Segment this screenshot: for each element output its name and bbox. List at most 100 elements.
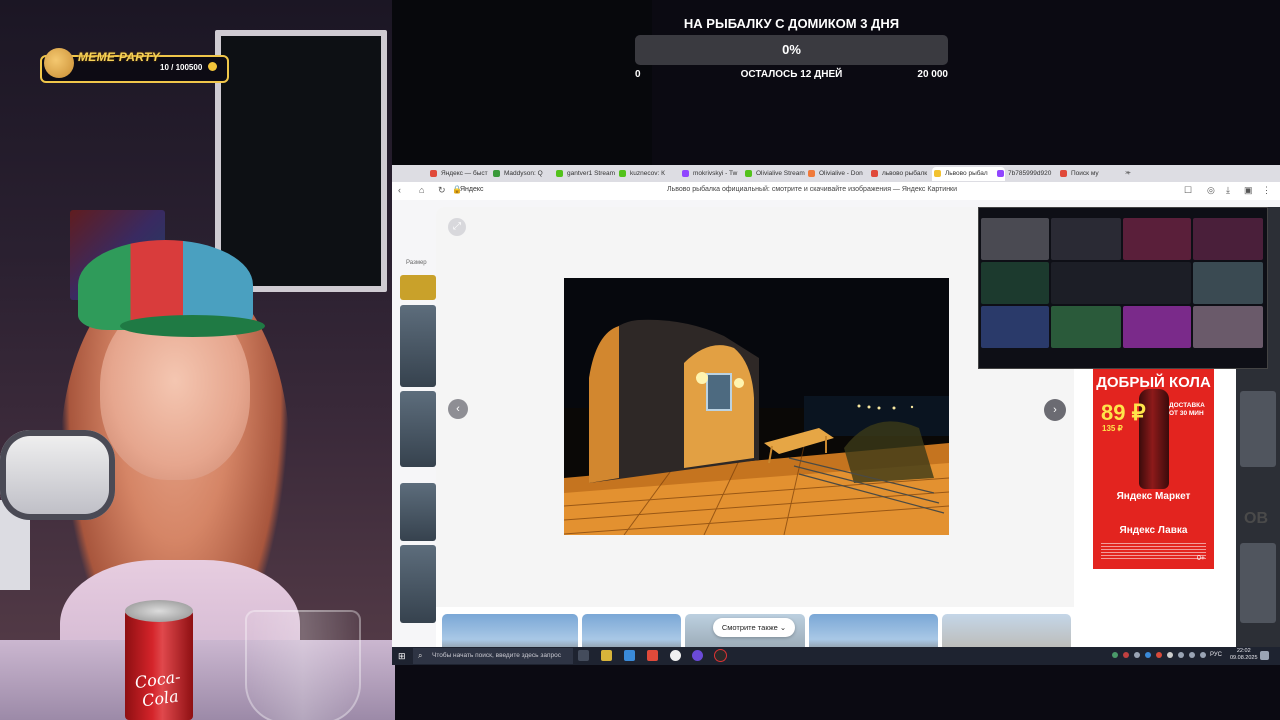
left-thumb[interactable] [400,275,436,300]
app-icon[interactable] [715,650,726,661]
tab-label: Яндекс — быст [441,170,488,177]
tab-label: львово рыбалк [882,170,928,177]
yandex-app-icon[interactable] [647,650,658,661]
tab-favicon-icon [745,170,752,177]
taskbar-search-placeholder[interactable]: Чтобы начать поиск, введите здесь запрос [432,652,561,659]
right-thumb[interactable] [1240,543,1276,623]
webcam-feed: Coca-Cola [0,0,395,720]
browser-window: ‹ ⌂ ↻ 🔒 ☐ ◎ ⤓ ▣ ⋮ Яндекс Львово рыбалка … [392,165,1280,665]
microphone [0,430,115,520]
tray-icon[interactable] [1134,652,1140,658]
ad-headline: ДОБРЫЙ КОЛА [1096,374,1211,391]
tray-icon[interactable] [1156,652,1162,658]
tab-label: mokrivskyi - Tw [693,170,738,177]
menu-icon[interactable]: ⋮ [1262,185,1271,196]
tray-icon[interactable] [1167,652,1173,658]
tab-label: Olivialive Stream [756,170,805,177]
address-page-title[interactable]: Львово рыбалка официальный: смотрите и с… [552,186,1072,193]
tab-favicon-icon [934,170,941,177]
coin-icon [208,62,217,71]
drinking-glass [245,610,361,720]
preview-cam [981,218,1049,260]
ad-market-logo: Яндекс Маркет [1116,491,1191,502]
home-icon[interactable]: ⌂ [419,185,424,195]
file-explorer-icon[interactable] [601,650,612,661]
ad-banner[interactable]: ДОБРЫЙ КОЛА 89 ₽ 135 ₽ ДОСТАВКА ОТ 30 МИ… [1093,367,1214,569]
tab-favicon-icon [871,170,878,177]
tray-icon[interactable] [1145,652,1151,658]
tray-icon[interactable] [1112,652,1118,658]
expand-icon[interactable]: ⤢ [448,218,466,236]
left-thumb[interactable] [400,483,436,541]
next-image-button[interactable]: › [1044,399,1066,421]
barrel-house-photo [564,278,949,535]
ad-age-rating: 0+ [1197,555,1205,562]
browser-tab[interactable]: Поиск му × [1058,167,1131,181]
left-thumb[interactable] [400,391,436,467]
tray-icon[interactable] [1123,652,1129,658]
mic-tray-icon[interactable] [1178,652,1184,658]
language-indicator[interactable]: РУС [1210,652,1222,658]
goal-title: НА РЫБАЛКУ С ДОМИКОМ 3 ДНЯ [683,16,900,31]
preview-cam [1193,218,1263,260]
tab-label: Поиск му [1071,170,1099,177]
prev-image-button[interactable]: ‹ [448,399,468,419]
new-tab-icon[interactable]: + [1125,167,1137,181]
right-partial-text: ОВ [1244,510,1268,527]
ad-delivery: ДОСТАВКА ОТ 30 МИН [1169,402,1205,417]
yandex-browser-icon[interactable] [670,650,681,661]
network-icon[interactable] [1189,652,1195,658]
left-thumb[interactable] [400,545,436,623]
ad-price: 89 ₽ [1101,400,1146,425]
preview-cam [1051,218,1121,260]
clock-date: 09.08.2025 [1230,655,1258,661]
ad-fine-print [1101,543,1206,561]
clock-time: 22:02 [1236,648,1251,654]
see-also-label: Смотрите также [721,623,778,632]
notification-icon[interactable] [1260,651,1269,660]
main-photo[interactable] [564,278,949,535]
extension-icon[interactable]: ◎ [1207,185,1215,196]
address-site[interactable]: Яндекс [460,186,484,193]
room-window [215,30,387,292]
tab-favicon-icon [619,170,626,177]
tab-favicon-icon [997,170,1004,177]
download-icon[interactable]: ⤓ [1226,185,1230,196]
right-thumb[interactable] [1240,391,1276,467]
tab-favicon-icon [430,170,437,177]
see-also-button[interactable]: Смотрите также ⌄ [713,618,795,637]
tab-label: Maddyson: Q [504,170,543,177]
tab-label: gantver1 Stream [567,170,616,177]
windows-start-icon[interactable]: ⊞ [398,651,408,661]
tab-favicon-icon [493,170,500,177]
dark-background [392,0,652,170]
cap-brim [120,315,265,337]
soda-can-top [125,600,193,622]
preview-cam [1051,306,1121,348]
goal-percent: 0% [782,42,801,57]
ad-old-price: 135 ₽ [1102,424,1123,433]
bookmark-icon[interactable]: ☐ [1184,185,1192,196]
task-view-icon[interactable] [578,650,589,661]
doge-icon [44,48,74,78]
preview-cam [1051,262,1191,304]
meme-party-title: MEME PARTY [78,50,160,64]
clock[interactable]: 22:02 09.08.2025 [1230,648,1258,662]
reload-icon[interactable]: ↻ [438,185,446,196]
obs-icon[interactable] [692,650,703,661]
tab-favicon-icon [1060,170,1067,177]
tab-favicon-icon [682,170,689,177]
goal-max: 20 000 [917,69,948,80]
left-thumb[interactable] [400,305,436,387]
filter-size-label[interactable]: Размер [406,260,427,266]
back-icon[interactable]: ‹ [398,185,401,195]
cast-icon[interactable]: ▣ [1244,185,1253,196]
tab-label: 7b785999d920 [1008,170,1052,177]
search-icon: ⌕ [418,651,423,660]
preview-cam [1193,262,1263,304]
preview-cam [1123,218,1191,260]
volume-icon[interactable] [1200,652,1206,658]
tab-label: kuznecov: К [630,170,665,177]
store-icon[interactable] [624,650,635,661]
tab-label: Львово рыбал [945,170,988,177]
